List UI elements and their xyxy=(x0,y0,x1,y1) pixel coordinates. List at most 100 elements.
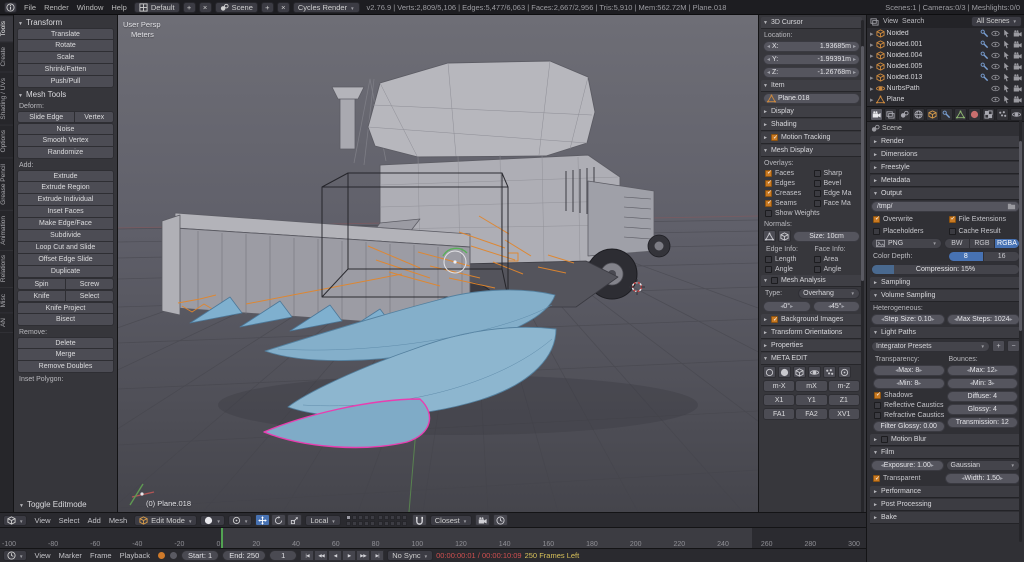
analysis-max-field[interactable]: 45° xyxy=(812,301,860,312)
knife-button[interactable]: Knife xyxy=(17,290,66,302)
meta-button[interactable]: m-Z xyxy=(827,380,860,392)
menu-item[interactable]: Add xyxy=(83,513,104,528)
pixel-filter-dropdown[interactable]: Gaussian xyxy=(945,460,1020,471)
panel-transform-header[interactable]: Transform xyxy=(16,16,115,28)
scene-selector[interactable]: Scene xyxy=(214,1,258,13)
panel-item-header[interactable]: Item xyxy=(761,80,862,92)
menu-item[interactable]: View xyxy=(30,513,54,528)
playback-button[interactable]: ◀ xyxy=(328,550,343,561)
filter-glossy-field[interactable]: Filter Glossy: 0.00 xyxy=(873,421,945,432)
screw-button[interactable]: Screw xyxy=(66,278,114,290)
eye-icon[interactable] xyxy=(991,29,1000,38)
record-auto-keyframe-button[interactable] xyxy=(157,551,167,560)
file-extensions-checkbox[interactable]: File Extensions xyxy=(947,214,1021,224)
cache-result-checkbox[interactable]: Cache Result xyxy=(947,226,1021,236)
outliner-display-mode-dropdown[interactable]: All Scenes xyxy=(971,16,1022,27)
camera-icon[interactable] xyxy=(1013,40,1022,49)
playback-button[interactable]: ◀◀ xyxy=(314,550,329,561)
layers-widget[interactable] xyxy=(345,514,407,526)
opengl-render-button[interactable] xyxy=(475,514,491,526)
mesh-analysis-checkbox[interactable] xyxy=(770,277,778,284)
face-info-checkbox[interactable]: Area xyxy=(812,254,861,264)
tool-button[interactable]: Smooth Vertex xyxy=(17,135,114,147)
bounces-min-field[interactable]: Min: 3 xyxy=(946,378,1018,389)
tab-data-icon[interactable] xyxy=(954,107,967,121)
tab-modifiers-icon[interactable] xyxy=(940,107,953,121)
delete-scene-button[interactable]: × xyxy=(276,1,290,13)
tab-object-icon[interactable] xyxy=(926,107,939,121)
outliner-search-menu[interactable]: Search xyxy=(902,18,924,25)
tool-button[interactable]: Scale xyxy=(17,52,114,64)
current-frame-field[interactable]: 1 xyxy=(269,550,298,561)
panel-properties-header[interactable]: Properties xyxy=(761,340,862,352)
outliner-view-menu[interactable]: View xyxy=(883,18,898,25)
add-scene-button[interactable]: + xyxy=(260,1,274,13)
meta-button[interactable]: m-X xyxy=(763,380,796,392)
frame-end-field[interactable]: End: 250 xyxy=(222,550,267,561)
diffuse-bounces-field[interactable]: Diffuse: 4 xyxy=(946,391,1018,402)
folder-icon[interactable] xyxy=(1007,202,1016,211)
outliner-row[interactable]: ▸ Plane xyxy=(867,94,1024,105)
panel-display-header[interactable]: Display xyxy=(761,106,862,118)
outliner-row[interactable]: ▸ Noided.001 xyxy=(867,39,1024,50)
editor-type-timeline-button[interactable] xyxy=(3,550,28,561)
viewport-shading-selector[interactable] xyxy=(200,514,225,526)
edge-info-checkbox[interactable]: Angle xyxy=(763,264,812,274)
editor-type-info-button[interactable] xyxy=(4,1,17,13)
tool-button[interactable]: Duplicate xyxy=(17,266,114,278)
panel-post-processing-header[interactable]: Post Processing xyxy=(870,499,1021,511)
meta-button[interactable]: X1 xyxy=(763,394,796,406)
panel-3d-cursor-header[interactable]: 3D Cursor xyxy=(761,17,862,29)
toolshelf-tab[interactable]: Grease Pencil xyxy=(0,158,13,211)
tool-button[interactable]: Make Edge/Face xyxy=(17,218,114,230)
overwrite-checkbox[interactable]: Overwrite xyxy=(871,214,945,224)
meta-icon-2[interactable] xyxy=(778,366,791,378)
spin-button[interactable]: Spin xyxy=(17,278,66,290)
face-normals-toggle[interactable] xyxy=(778,230,791,242)
meta-button[interactable]: XV1 xyxy=(827,408,860,420)
tool-button[interactable]: Extrude Region xyxy=(17,182,114,194)
tool-button[interactable]: Delete xyxy=(17,337,114,349)
normal-size-field[interactable]: Size: 10cm xyxy=(793,230,860,242)
panel-metadata-header[interactable]: Metadata xyxy=(870,175,1021,187)
meta-button[interactable]: mX xyxy=(795,380,828,392)
panel-render-header[interactable]: Render xyxy=(870,136,1021,148)
menu-item[interactable]: Frame xyxy=(86,548,116,562)
meta-button[interactable]: Y1 xyxy=(795,394,828,406)
overlay-checkbox[interactable]: Creases xyxy=(763,188,812,198)
sync-mode-dropdown[interactable]: No Sync xyxy=(387,550,434,561)
exposure-field[interactable]: Exposure: 1.00 xyxy=(871,460,944,471)
item-name-field[interactable]: Plane.018 xyxy=(763,93,860,104)
toolshelf-tab[interactable]: Shading / UVs xyxy=(0,72,13,126)
cursor-icon[interactable] xyxy=(1002,73,1011,82)
camera-icon[interactable] xyxy=(1013,84,1022,93)
step-right-icon[interactable] xyxy=(853,69,856,76)
meta-button[interactable]: FA2 xyxy=(795,408,828,420)
filter-width-field[interactable]: Width: 1.50 xyxy=(944,473,1020,484)
step-right-icon[interactable] xyxy=(853,43,856,50)
bounces-max-field[interactable]: Max: 12 xyxy=(946,365,1018,376)
panel-sampling-header[interactable]: Sampling xyxy=(870,277,1021,289)
transparency-max-field[interactable]: Max: 8 xyxy=(873,365,945,376)
panel-volume-sampling-header[interactable]: Volume Sampling xyxy=(870,290,1021,302)
cursor-icon[interactable] xyxy=(1002,51,1011,60)
tool-button[interactable]: Push/Pull xyxy=(17,76,114,88)
meta-icon-5[interactable] xyxy=(823,366,836,378)
meta-icon-1[interactable] xyxy=(763,366,776,378)
cursor-location-field[interactable]: Y:-1.99391m xyxy=(763,54,860,65)
tool-button[interactable]: Subdivide xyxy=(17,230,114,242)
frame-start-field[interactable]: Start: 1 xyxy=(181,550,220,561)
camera-icon[interactable] xyxy=(1013,95,1022,104)
timeline-playhead[interactable] xyxy=(221,528,223,548)
eye-icon[interactable] xyxy=(991,62,1000,71)
toolshelf-tab[interactable]: Animation xyxy=(0,210,13,251)
menu-item[interactable]: Marker xyxy=(55,548,86,562)
face-info-checkbox[interactable]: Angle xyxy=(812,264,861,274)
show-weights-checkbox[interactable]: Show Weights xyxy=(761,208,862,218)
playback-button[interactable]: ▶| xyxy=(370,550,385,561)
tool-button[interactable]: Randomize xyxy=(17,147,114,159)
cursor-icon[interactable] xyxy=(1002,62,1011,71)
render-engine-selector[interactable]: Cycles Render xyxy=(292,1,360,13)
menu-item[interactable]: Select xyxy=(55,513,84,528)
tool-button[interactable]: Rotate xyxy=(17,40,114,52)
